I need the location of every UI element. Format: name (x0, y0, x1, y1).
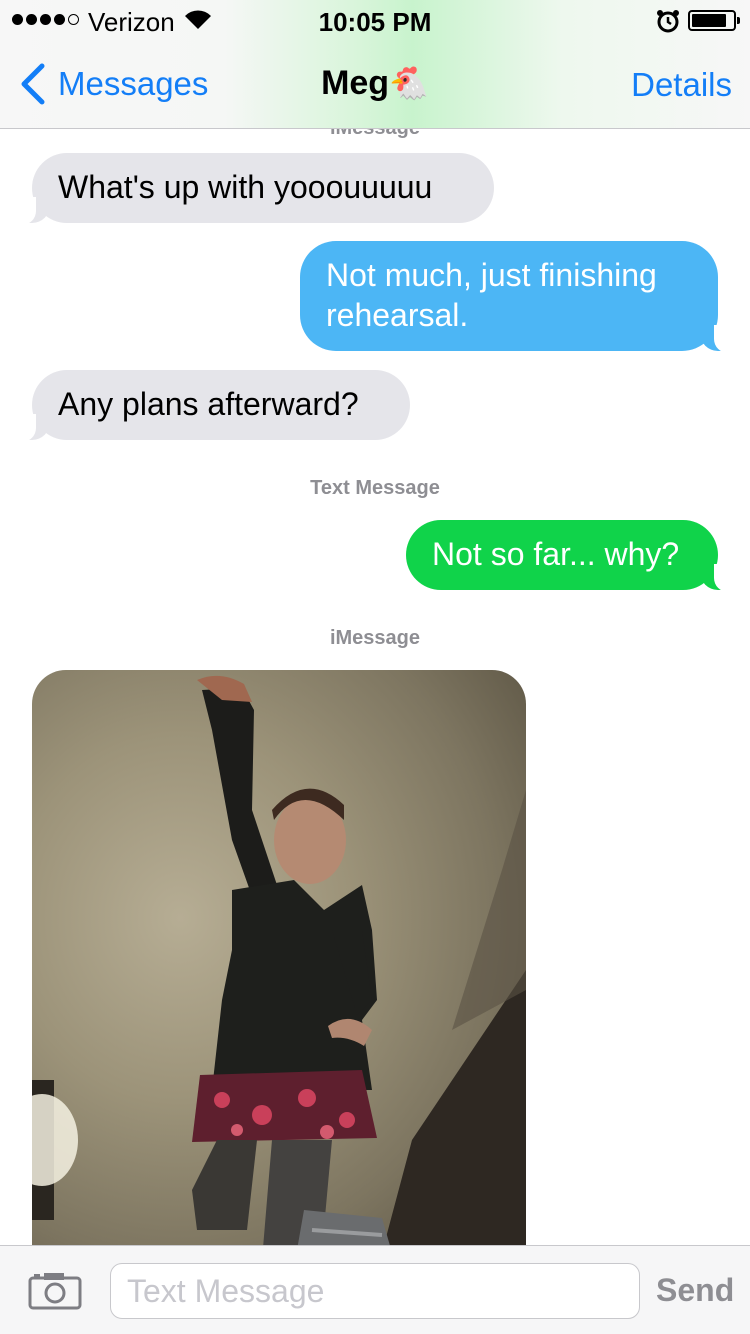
message-text-line-1: Not much, just finishing (326, 257, 657, 293)
message-text: Not so far... why? (432, 536, 680, 572)
incoming-message-bubble[interactable]: What's up with yooouuuuu (14, 153, 494, 225)
send-button[interactable]: Send (656, 1272, 734, 1309)
message-input[interactable]: Text Message (110, 1263, 640, 1319)
navigation-header: Verizon 10:05 PM Messages Meg🐔 Details (0, 0, 750, 129)
details-button[interactable]: Details (631, 66, 732, 104)
incoming-message-bubble[interactable]: Any plans afterward? (14, 370, 410, 442)
incoming-photo-attachment[interactable] (32, 670, 526, 1245)
message-text: Any plans afterward? (58, 386, 359, 422)
contact-emoji: 🐔 (389, 65, 429, 101)
service-timestamp-label: iMessage (329, 627, 421, 649)
outgoing-sms-bubble[interactable]: Not so far... why? (406, 520, 736, 592)
message-text: What's up with yooouuuuu (58, 169, 433, 205)
contact-name: Meg (321, 64, 390, 102)
service-label-partial: iMessage (0, 129, 750, 140)
photo-image (32, 675, 526, 1245)
outgoing-imessage-bubble[interactable]: Not much, just finishing rehearsal. (300, 241, 736, 353)
battery-icon (688, 10, 740, 31)
alarm-clock-icon (657, 10, 679, 33)
message-text-line-2: rehearsal. (326, 297, 469, 333)
nav-bar: Messages Meg🐔 Details (0, 40, 750, 129)
compose-bar: Text Message Send (0, 1245, 750, 1334)
conversation-view[interactable]: iMessage What's up with yooouuuuu Not mu… (0, 129, 750, 1245)
status-bar: Verizon 10:05 PM (0, 0, 750, 40)
service-timestamp-label: Text Message (310, 477, 440, 499)
status-time: 10:05 PM (318, 7, 432, 37)
camera-icon[interactable] (28, 1270, 82, 1310)
